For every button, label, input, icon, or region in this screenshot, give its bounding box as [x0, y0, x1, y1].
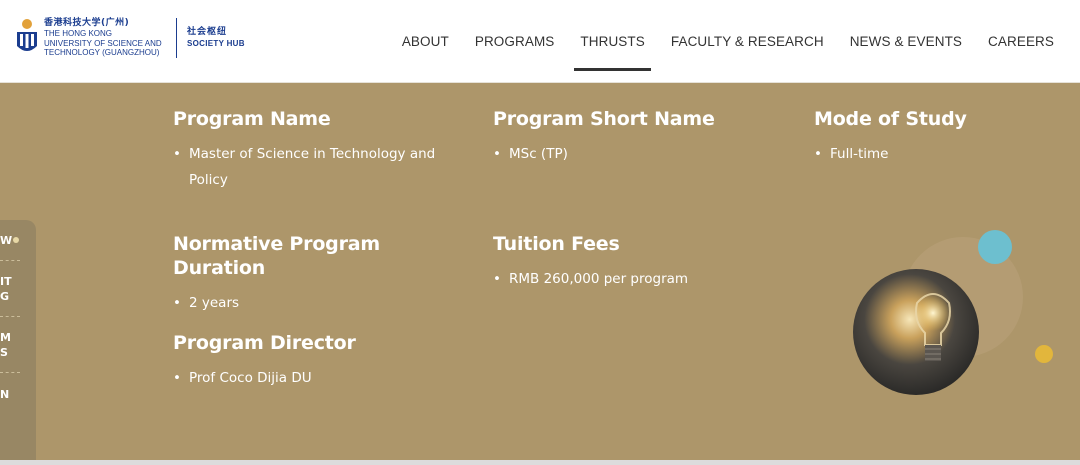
nav-faculty-research[interactable]: FACULTY & RESEARCH — [671, 0, 824, 83]
program-director-value: Prof Coco Dijia DU — [173, 365, 473, 391]
hkust-crest-icon — [14, 18, 40, 58]
tuition-fees-value: RMB 260,000 per program — [493, 266, 793, 292]
logo-chinese-name: 香港科技大学(广州) — [44, 18, 130, 28]
mode-of-study-value: Full-time — [814, 141, 1054, 167]
active-dot-icon — [13, 237, 19, 243]
logo-english-line1: THE HONG KONG — [44, 29, 113, 38]
sidetab-item-3a[interactable]: M — [0, 331, 36, 344]
logo-english-line3: TECHNOLOGY (GUANGZHOU) — [44, 48, 160, 57]
program-short-name-heading: Program Short Name — [493, 108, 715, 130]
duration-value: 2 years — [173, 290, 473, 316]
lightbulb-illustration — [853, 230, 1053, 395]
nav-thrusts[interactable]: THRUSTS — [574, 0, 652, 83]
program-name-value: Master of Science in Technology and Poli… — [173, 141, 463, 193]
nav-news-events[interactable]: NEWS & EVENTS — [850, 0, 962, 83]
sidetab-item-3b[interactable]: S — [0, 346, 36, 359]
sidetab-divider — [0, 316, 20, 317]
tuition-fees-section: Tuition Fees RMB 260,000 per program — [493, 232, 793, 292]
mode-of-study-section: Mode of Study Full-time — [814, 107, 1054, 167]
program-short-name-value: MSc (TP) — [493, 141, 793, 167]
footer-strip — [0, 460, 1080, 465]
sidetab-item-2a[interactable]: IT — [0, 275, 36, 288]
program-name-heading: Program Name — [173, 108, 331, 130]
logo-divider — [176, 18, 177, 58]
sidetab-item-2b[interactable]: G — [0, 290, 36, 303]
program-director-heading: Program Director — [173, 332, 356, 354]
sidetab-item-4[interactable]: N — [0, 388, 36, 401]
program-director-section: Program Director Prof Coco Dijia DU — [173, 331, 473, 391]
university-logo[interactable]: 香港科技大学(广州) THE HONG KONG UNIVERSITY OF S… — [14, 18, 245, 58]
sidetab-divider — [0, 372, 20, 373]
tuition-fees-heading: Tuition Fees — [493, 233, 620, 255]
program-short-name-section: Program Short Name MSc (TP) — [493, 107, 793, 167]
logo-english-line2: UNIVERSITY OF SCIENCE AND — [44, 38, 162, 48]
hub-chinese-name: 社会枢纽 — [187, 27, 228, 37]
duration-section: Normative Program Duration 2 years — [173, 232, 473, 316]
program-name-section: Program Name Master of Science in Techno… — [173, 107, 463, 193]
teal-dot-icon — [978, 230, 1012, 264]
duration-heading: Normative Program Duration — [173, 233, 380, 279]
nav-programs[interactable]: PROGRAMS — [475, 0, 555, 83]
society-hub-logo: 社会枢纽 SOCIETY HUB — [187, 26, 245, 49]
nav-careers[interactable]: CAREERS — [988, 0, 1054, 83]
sidetab-divider — [0, 260, 20, 261]
nav-about[interactable]: ABOUT — [402, 0, 449, 83]
site-header: 香港科技大学(广州) THE HONG KONG UNIVERSITY OF S… — [0, 0, 1080, 83]
lightbulb-photo — [853, 269, 979, 395]
gold-dot-icon — [1035, 345, 1053, 363]
side-section-nav[interactable]: W IT G M S N — [0, 220, 36, 465]
hub-english-name: SOCIETY HUB — [187, 39, 245, 48]
mode-of-study-heading: Mode of Study — [814, 108, 967, 130]
main-nav: ABOUT PROGRAMS THRUSTS FACULTY & RESEARC… — [376, 0, 1054, 83]
